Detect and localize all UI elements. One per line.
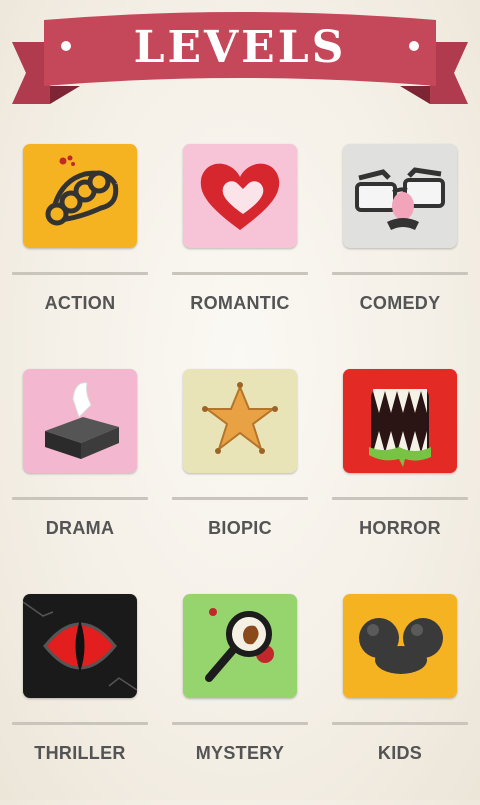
level-tile-kids[interactable]: KIDS [320, 580, 480, 805]
level-label: KIDS [377, 743, 423, 763]
disguise-glasses-icon [343, 144, 457, 248]
sheriff-star-icon [183, 369, 297, 473]
level-tile-drama[interactable]: DRAMA [0, 355, 160, 580]
level-tile-romantic[interactable]: ROMANTIC [160, 130, 320, 355]
divider [332, 272, 468, 275]
level-tile-action[interactable]: ACTION [0, 130, 160, 355]
heart-icon [183, 144, 297, 248]
page-title: LEVELS [133, 22, 347, 73]
divider [172, 272, 308, 275]
divider [12, 272, 148, 275]
level-tile-comedy[interactable]: COMEDY [320, 130, 480, 355]
divider [172, 497, 308, 500]
level-label: HORROR [359, 518, 441, 538]
divider [332, 497, 468, 500]
level-label: BIOPIC [208, 518, 272, 538]
level-label: MYSTERY [195, 743, 285, 763]
brass-knuckles-icon [23, 144, 137, 248]
cat-eye-icon [23, 594, 137, 698]
divider [332, 722, 468, 725]
level-tile-thriller[interactable]: THRILLER [0, 580, 160, 805]
tissue-box-icon [23, 369, 137, 473]
divider [12, 497, 148, 500]
divider [12, 722, 148, 725]
monster-mouth-icon [343, 369, 457, 473]
mouse-ears-icon [343, 594, 457, 698]
levels-banner: LEVELS [0, 0, 480, 120]
level-label: COMEDY [359, 293, 441, 313]
level-label: DRAMA [45, 518, 115, 538]
magnifying-glass-icon [183, 594, 297, 698]
level-tile-horror[interactable]: HORROR [320, 355, 480, 580]
level-label: THRILLER [34, 743, 126, 763]
level-tile-mystery[interactable]: MYSTERY [160, 580, 320, 805]
divider [172, 722, 308, 725]
level-label: ACTION [44, 293, 116, 313]
level-label: ROMANTIC [190, 293, 290, 313]
level-tile-biopic[interactable]: BIOPIC [160, 355, 320, 580]
